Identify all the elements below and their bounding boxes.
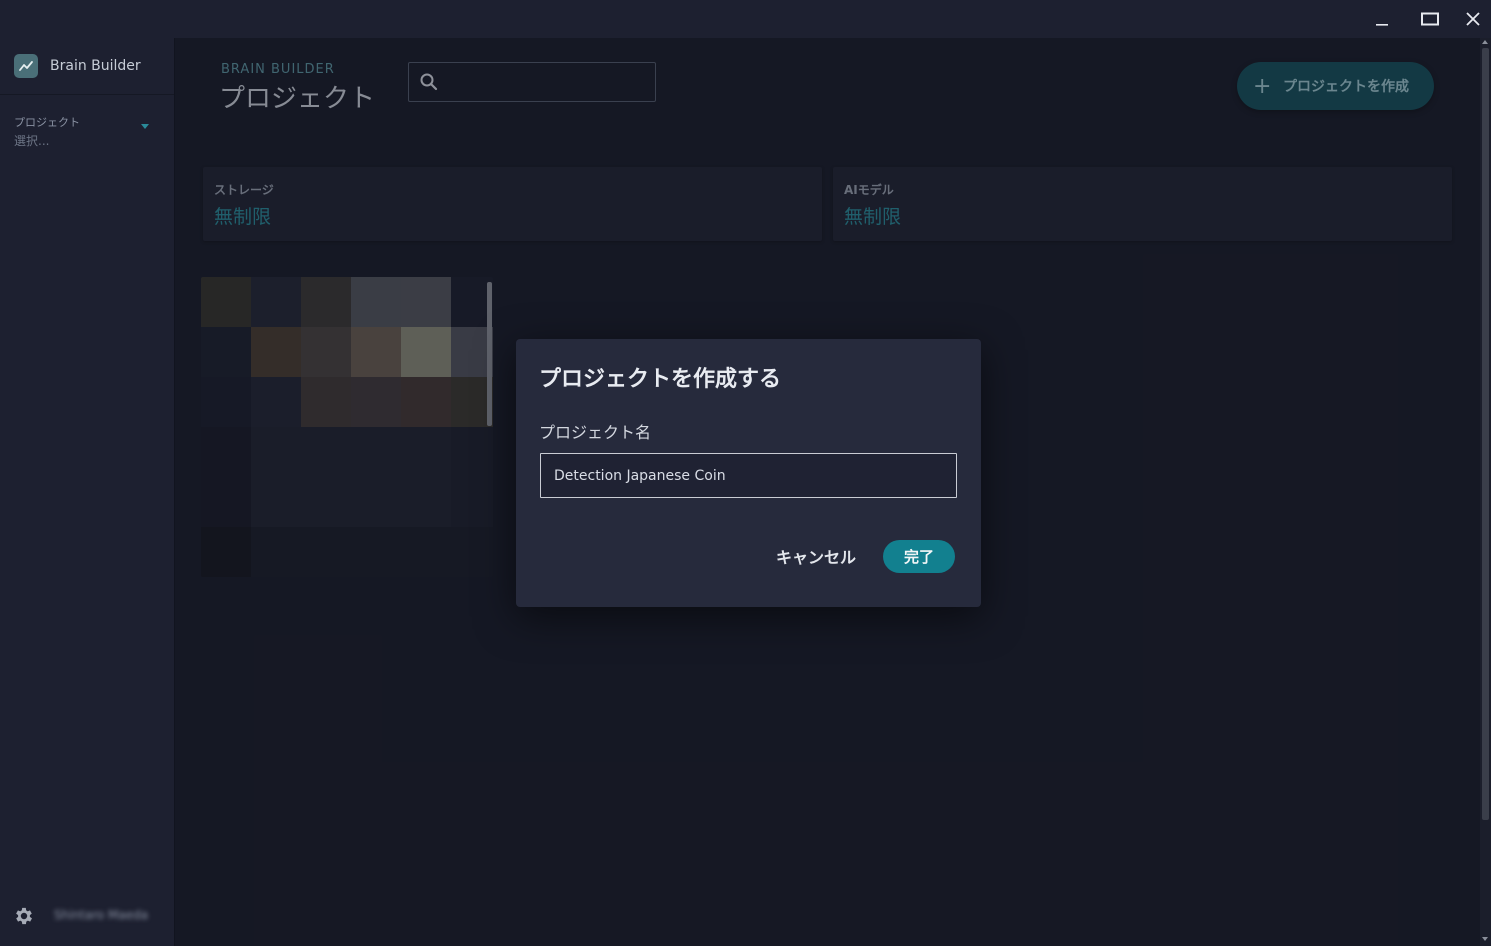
dialog-title: プロジェクトを作成する [539, 367, 782, 392]
app-window: Brain Builder プロジェクト 選択... Shintaro Maed… [0, 0, 1491, 946]
title-bar [0, 0, 1491, 38]
close-button[interactable] [1455, 0, 1491, 38]
scrollbar-thumb[interactable] [1482, 48, 1489, 820]
minimize-button[interactable] [1359, 0, 1405, 38]
settings-button[interactable] [12, 904, 36, 928]
create-project-dialog: プロジェクトを作成する プロジェクト名 キャンセル 完了 [516, 339, 981, 607]
project-name-label: プロジェクト名 [539, 423, 652, 442]
close-icon [1466, 12, 1480, 26]
scroll-up-arrow-icon[interactable] [1482, 40, 1488, 44]
project-selector-placeholder: 選択... [14, 134, 50, 148]
confirm-button[interactable]: 完了 [883, 540, 955, 573]
brand[interactable]: Brain Builder [0, 38, 174, 95]
sidebar: Brain Builder プロジェクト 選択... Shintaro Maed… [0, 38, 175, 946]
project-selector[interactable]: プロジェクト 選択... [0, 110, 160, 150]
project-selector-label: プロジェクト [14, 116, 80, 129]
cancel-button[interactable]: キャンセル [764, 539, 868, 573]
minimize-icon [1376, 24, 1388, 26]
project-name-input[interactable] [540, 453, 957, 498]
caret-down-icon [141, 124, 149, 129]
maximize-button[interactable] [1407, 0, 1453, 38]
maximize-icon [1421, 12, 1439, 26]
scroll-down-arrow-icon[interactable] [1482, 937, 1488, 941]
app-name: Brain Builder [50, 58, 141, 74]
user-name[interactable]: Shintaro Maeda [54, 908, 148, 922]
brain-builder-logo-icon [14, 54, 38, 78]
gear-icon [16, 907, 32, 925]
